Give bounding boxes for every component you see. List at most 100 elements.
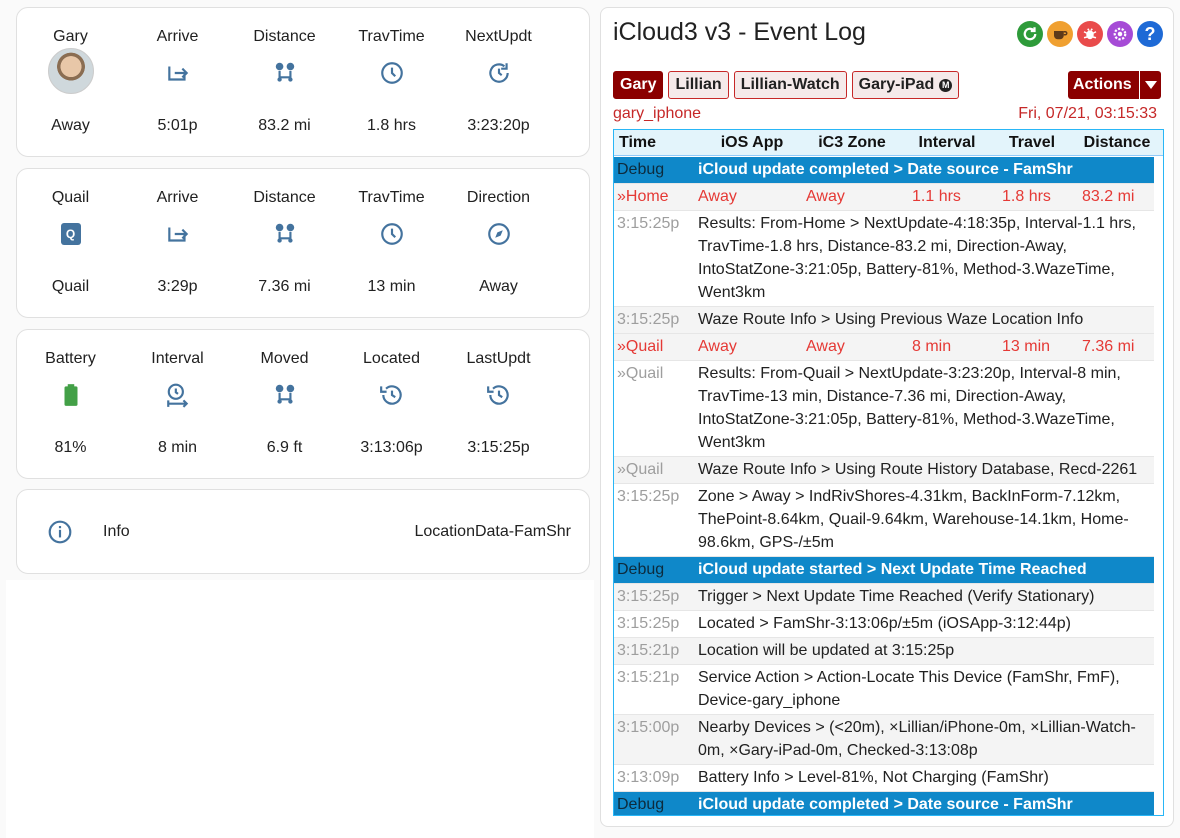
arrive-cell-2[interactable]: Arrive 3:29p <box>124 169 231 317</box>
zone-value: Quail <box>51 278 90 295</box>
log-interval: 1.1 hrs <box>912 188 961 205</box>
event-log-panel: iCloud3 v3 - Event Log ? Gary Lillian Li… <box>600 7 1174 827</box>
device-stats-card: Battery 81% Interval 8 min Moved 6.9 ft … <box>16 329 590 479</box>
log-row: 3:13:09p Battery Info > Level-81%, Not Ch… <box>614 765 1154 792</box>
chevron-down-icon[interactable] <box>1139 71 1161 99</box>
help-icon[interactable]: ? <box>1137 21 1163 47</box>
log-distance: 83.2 mi <box>1082 188 1135 205</box>
log-time: 3:15:25p <box>617 215 680 232</box>
travtime-label: TravTime <box>358 28 425 45</box>
log-row: 3:15:25p Trigger > Next Update Time Reach… <box>614 584 1154 611</box>
event-log-table[interactable]: Time iOS App iC3 Zone Interval Travel Di… <box>613 129 1164 816</box>
tab-lillian[interactable]: Lillian <box>668 71 729 99</box>
avatar <box>47 48 94 94</box>
device-zone-value: Away <box>51 117 90 134</box>
battery-cell[interactable]: Battery 81% <box>17 330 124 478</box>
log-row: »Quail Results: From-Quail > NextUpdate-3… <box>614 361 1154 457</box>
page-title: iCloud3 v3 - Event Log <box>613 18 866 46</box>
battery-icon <box>17 380 124 410</box>
distance-label: Distance <box>253 28 316 45</box>
log-time: »Quail <box>617 338 664 355</box>
travtime-value: 13 min <box>367 278 416 295</box>
nextupdt-cell[interactable]: NextUpdt 3:23:20p <box>445 8 552 156</box>
interval-cell[interactable]: Interval 8 min <box>124 330 231 478</box>
col-interval: Interval <box>918 133 976 151</box>
log-time: 3:15:25p <box>617 311 680 328</box>
col-travel: Travel <box>1008 133 1056 151</box>
log-row: 3:15:25p Waze Route Info > Using Previous… <box>614 307 1154 334</box>
arrive-icon <box>124 58 231 88</box>
refresh-clock-icon <box>445 58 552 88</box>
interval-value: 8 min <box>157 439 198 456</box>
route-icon <box>231 58 338 88</box>
log-row: »Quail Waze Route Info > Using Route Hist… <box>614 457 1154 484</box>
lastupdt-value: 3:15:25p <box>467 439 530 456</box>
log-zone-row: »Quail Away Away 8 min 13 min 7.36 mi <box>614 334 1154 361</box>
log-time: 3:15:21p <box>617 642 680 659</box>
tab-gary[interactable]: Gary <box>613 71 664 99</box>
battery-value: 81% <box>54 439 87 456</box>
travtime-cell[interactable]: TravTime 1.8 hrs <box>338 8 445 156</box>
log-message: Location will be updated at 3:15:25p <box>698 642 955 659</box>
actions-label: Actions <box>1073 76 1132 93</box>
log-ic3-zone: Away <box>806 338 845 355</box>
log-zone-row: »Home Away Away 1.1 hrs 1.8 hrs 83.2 mi <box>614 184 1154 211</box>
log-row: 3:15:21p Location will be updated at 3:15… <box>614 638 1154 665</box>
log-time: Debug <box>617 561 665 578</box>
device-cell[interactable]: Gary Away <box>17 8 124 156</box>
info-card[interactable]: Info LocationData-FamShr <box>16 489 590 574</box>
log-time: Debug <box>617 796 665 813</box>
history-icon <box>445 380 552 410</box>
direction-cell[interactable]: Direction Away <box>445 169 552 317</box>
log-message: Battery Info > Level-81%, Not Charging (… <box>698 769 1049 786</box>
log-row: 3:15:25p Located > FamShr-3:13:06p/±5m (i… <box>614 611 1154 638</box>
distance-label: Distance <box>253 189 316 206</box>
coffee-icon[interactable] <box>1047 21 1073 47</box>
log-debug-row: Debug iCloud update completed > Date sour… <box>614 792 1154 815</box>
log-message: Trigger > Next Update Time Reached (Veri… <box>698 588 1095 605</box>
direction-value: Away <box>479 278 518 295</box>
log-time: 3:15:25p <box>617 488 680 505</box>
zone-cell[interactable]: Quail Q Quail <box>17 169 124 317</box>
zone-status-card: Quail Q Quail Arrive 3:29p Distance 7.36… <box>16 168 590 318</box>
info-label: Info <box>103 522 130 540</box>
nextupdt-label: NextUpdt <box>465 28 532 45</box>
log-time: »Home <box>617 188 669 205</box>
col-distance: Distance <box>1083 133 1151 151</box>
arrive-cell[interactable]: Arrive 5:01p <box>124 8 231 156</box>
log-interval: 8 min <box>912 338 952 355</box>
log-message: Waze Route Info > Using Route History Da… <box>698 461 1138 478</box>
tab-gary-ipad[interactable]: Gary-iPad M <box>851 71 960 99</box>
log-time: 3:15:21p <box>617 669 680 686</box>
located-label: Located <box>363 350 420 367</box>
bug-icon[interactable] <box>1077 21 1103 47</box>
log-ic3-zone: Away <box>806 188 845 205</box>
distance-cell-2[interactable]: Distance 7.36 mi <box>231 169 338 317</box>
log-message: Located > FamShr-3:13:06p/±5m (iOSApp-3:… <box>698 615 1071 632</box>
settings-icon[interactable] <box>1107 21 1133 47</box>
travtime-cell-2[interactable]: TravTime 13 min <box>338 169 445 317</box>
log-debug-row: Debug iCloud update started > Next Update… <box>614 557 1154 584</box>
log-ios-app: Away <box>698 338 737 355</box>
distance-cell[interactable]: Distance 83.2 mi <box>231 8 338 156</box>
refresh-icon[interactable] <box>1017 21 1043 47</box>
log-message: Service Action > Action-Locate This Devi… <box>698 669 1120 709</box>
tab-lillian-watch[interactable]: Lillian-Watch <box>733 71 847 99</box>
datetime-label: Fri, 07/21, 03:15:33 <box>1018 105 1157 122</box>
located-cell[interactable]: Located 3:13:06p <box>338 330 445 478</box>
actions-button[interactable]: Actions <box>1068 71 1161 99</box>
arrive-label: Arrive <box>156 28 199 45</box>
log-header: Time iOS App iC3 Zone Interval Travel Di… <box>614 130 1163 156</box>
device-name-label: Gary <box>53 28 88 45</box>
log-message: Results: From-Quail > NextUpdate-3:23:20… <box>698 365 1121 451</box>
log-message: iCloud update completed > Date source - … <box>698 796 1073 813</box>
moved-cell[interactable]: Moved 6.9 ft <box>231 330 338 478</box>
col-ic3-zone: iC3 Zone <box>818 133 886 151</box>
arrive-value: 3:29p <box>157 278 198 295</box>
tab-gary-ipad-label: Gary-iPad <box>858 76 935 93</box>
device-id-label: gary_iphone <box>613 105 702 122</box>
log-body: Debug iCloud update completed > Date sour… <box>614 157 1154 815</box>
log-travel: 13 min <box>1002 338 1051 355</box>
lastupdt-cell[interactable]: LastUpdt 3:15:25p <box>445 330 552 478</box>
clock-icon <box>338 219 445 249</box>
